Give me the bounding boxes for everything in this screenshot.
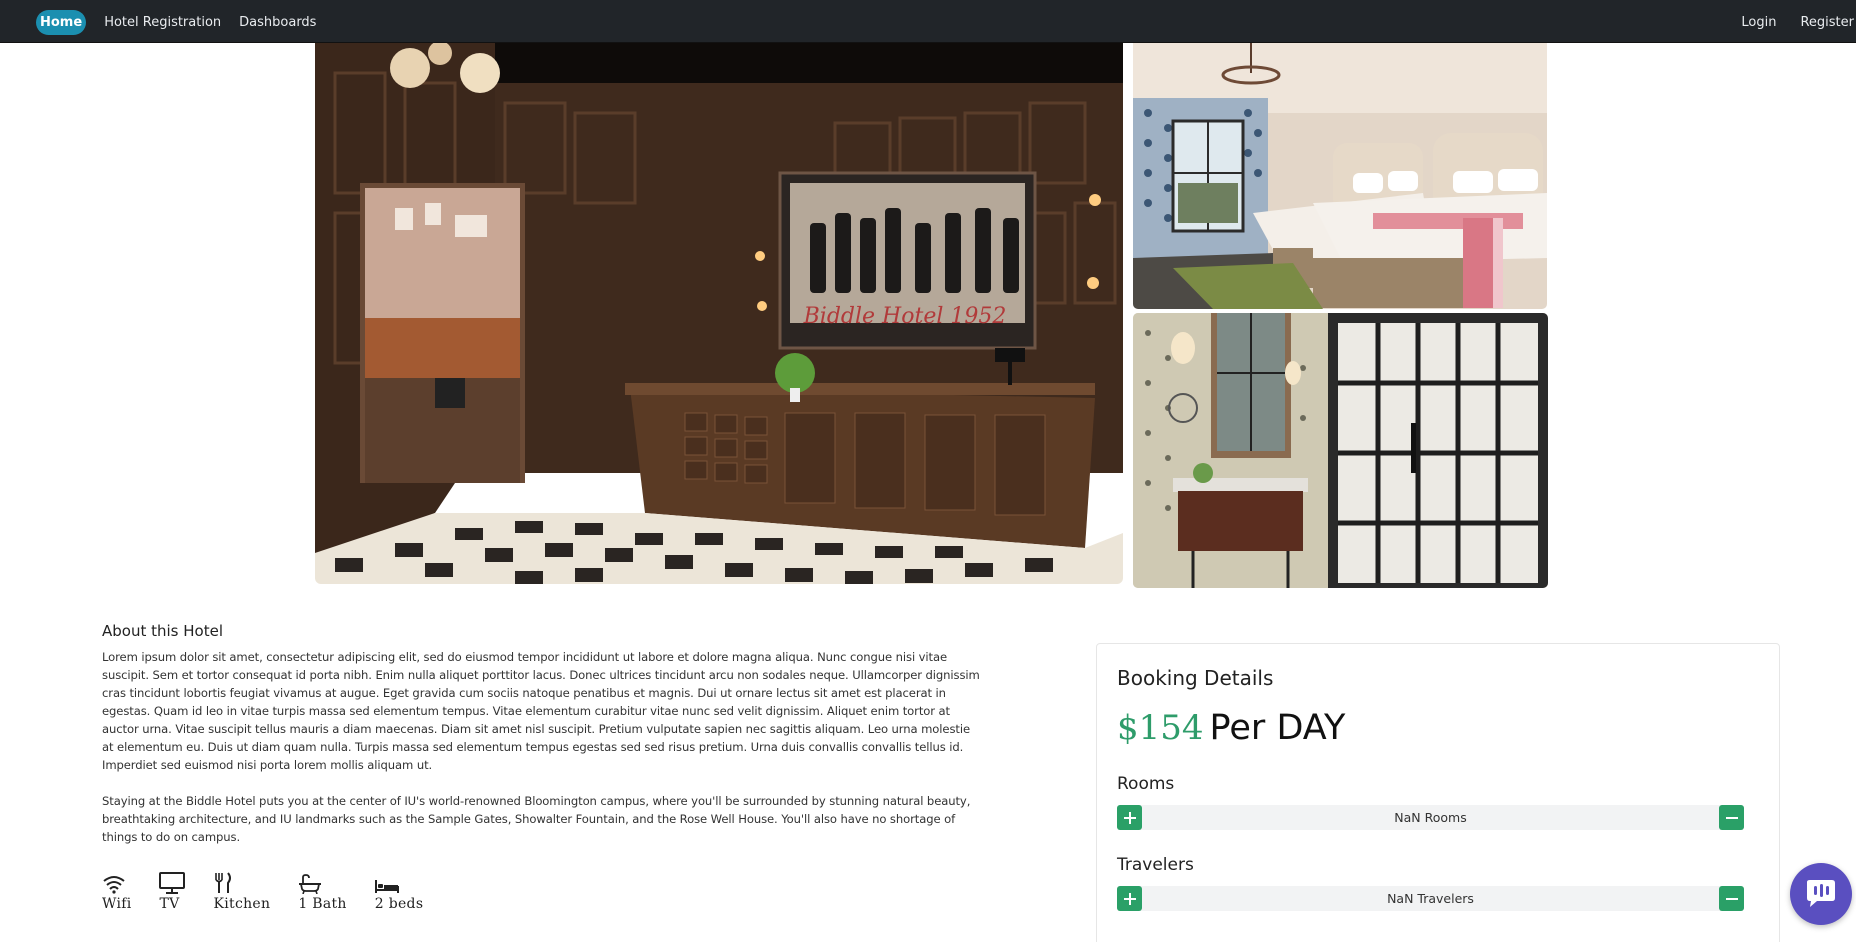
bath-icon xyxy=(298,870,322,894)
minus-icon xyxy=(1725,897,1738,900)
travelers-increment-button[interactable] xyxy=(1117,886,1142,911)
amenity-bath: 1 Bath xyxy=(298,870,346,912)
kitchen-icon xyxy=(213,870,233,894)
amenity-kitchen: Kitchen xyxy=(213,870,270,912)
amenity-label: Kitchen xyxy=(213,896,271,912)
nav-register-link[interactable]: Register xyxy=(1776,10,1856,35)
nav-left-group: Home Hotel Registration Dashboards xyxy=(36,10,325,35)
about-title: About this Hotel xyxy=(102,622,223,640)
amenity-tv: TV xyxy=(159,870,186,912)
rooms-value: NaN Rooms xyxy=(1394,810,1467,825)
wifi-icon xyxy=(102,870,126,894)
price-unit: Per DAY xyxy=(1209,708,1346,748)
amenity-beds: 2 beds xyxy=(374,870,424,912)
gallery-bathroom-photo[interactable] xyxy=(1133,313,1548,588)
bed-icon xyxy=(374,870,399,894)
minus-icon xyxy=(1725,816,1738,819)
nav-right-group: Login Register xyxy=(1717,10,1856,35)
nav-home-link[interactable]: Home xyxy=(36,10,87,35)
booking-details-card: Booking Details $154 Per DAY Rooms NaN R… xyxy=(1096,643,1780,942)
nav-login-link[interactable]: Login xyxy=(1717,10,1776,35)
rooms-label: Rooms xyxy=(1117,774,1175,794)
amenities-list: Wifi TV Kitchen 1 Bath 2 beds xyxy=(102,870,451,912)
about-paragraph-1: Lorem ipsum dolor sit amet, consectetur … xyxy=(102,650,980,772)
rooms-decrement-button[interactable] xyxy=(1719,805,1744,830)
lobby-photo: Biddle Hotel 1952 xyxy=(315,43,1123,584)
amenity-label: Wifi xyxy=(102,896,132,912)
travelers-value: NaN Travelers xyxy=(1387,891,1474,906)
chat-icon xyxy=(1807,880,1835,907)
booking-title: Booking Details xyxy=(1117,666,1274,690)
nav-hotel-registration-link[interactable]: Hotel Registration xyxy=(95,10,230,35)
plus-icon xyxy=(1123,811,1136,824)
amenity-label: TV xyxy=(159,896,180,912)
gallery-bedroom-photo[interactable] xyxy=(1133,43,1547,309)
travelers-label: Travelers xyxy=(1117,855,1194,875)
about-section: About this Hotel Lorem ipsum dolor sit a… xyxy=(102,622,982,846)
gallery-main-photo[interactable]: Biddle Hotel 1952 xyxy=(315,43,1123,584)
tv-icon xyxy=(159,870,186,894)
amenity-label: 1 Bath xyxy=(298,896,347,912)
top-navbar: Home Hotel Registration Dashboards Login… xyxy=(0,0,1856,43)
bathroom-photo xyxy=(1133,313,1548,588)
amenity-label: 2 beds xyxy=(374,896,424,912)
rooms-stepper: NaN Rooms xyxy=(1117,805,1744,830)
price-amount: $154 xyxy=(1117,708,1204,748)
price-display: $154 Per DAY xyxy=(1117,708,1345,748)
travelers-decrement-button[interactable] xyxy=(1719,886,1744,911)
amenity-wifi: Wifi xyxy=(102,870,131,912)
travelers-stepper: NaN Travelers xyxy=(1117,886,1744,911)
chat-widget-button[interactable] xyxy=(1790,863,1852,925)
nav-dashboards-link[interactable]: Dashboards xyxy=(230,10,325,35)
bedroom-photo xyxy=(1133,43,1547,309)
about-paragraph-2: Staying at the Biddle Hotel puts you at … xyxy=(102,794,971,844)
rooms-increment-button[interactable] xyxy=(1117,805,1142,830)
plus-icon xyxy=(1123,892,1136,905)
mural-caption: Biddle Hotel 1952 xyxy=(803,304,1007,329)
